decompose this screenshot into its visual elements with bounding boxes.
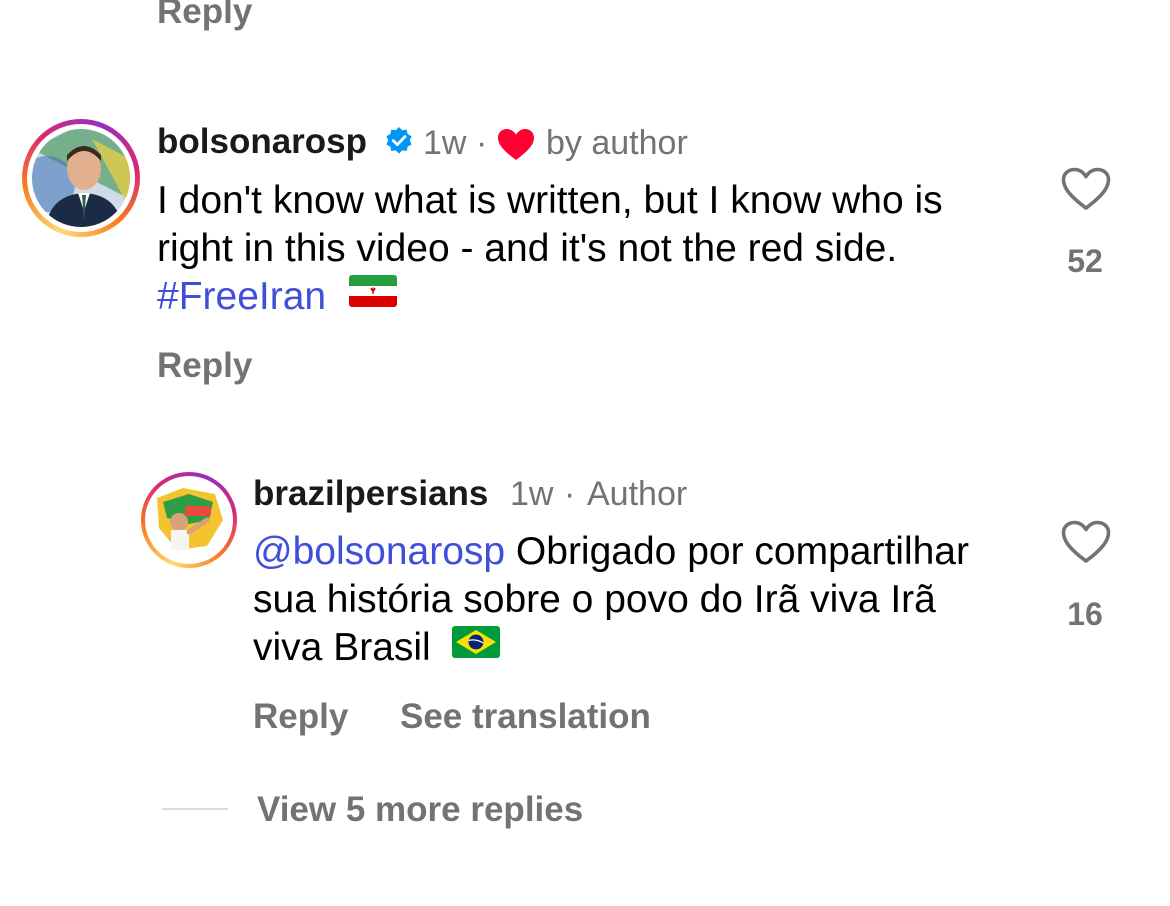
replies-divider xyxy=(162,808,228,810)
like-count: 16 xyxy=(1067,596,1103,632)
iran-flag-icon xyxy=(348,271,397,319)
like-count: 52 xyxy=(1067,243,1103,279)
mention-link[interactable]: @bolsonarosp xyxy=(253,530,505,573)
avatar-bolsonarosp[interactable] xyxy=(22,119,140,237)
author-label: Author xyxy=(587,475,688,513)
view-more-replies-button[interactable]: View 5 more replies xyxy=(257,790,583,830)
comment-body: I don't know what is written, but I know… xyxy=(157,179,943,270)
comment-username[interactable]: bolsonarosp xyxy=(157,122,367,162)
reply-button[interactable]: Reply xyxy=(253,697,348,737)
comment-username[interactable]: brazilpersians xyxy=(253,474,488,514)
previous-comment-reply-button[interactable]: Reply xyxy=(157,0,252,32)
author-heart-icon xyxy=(497,128,535,162)
see-translation-button[interactable]: See translation xyxy=(400,697,651,737)
comment-text: @bolsonarosp Obrigado por compartilhar s… xyxy=(253,528,1013,674)
avatar-brazilpersians[interactable] xyxy=(141,472,237,568)
like-button[interactable] xyxy=(1061,167,1111,211)
reply-button[interactable]: Reply xyxy=(157,346,252,386)
profile-photo xyxy=(149,480,229,560)
meta-separator: · xyxy=(564,475,576,513)
verified-badge-icon xyxy=(384,126,414,156)
comment-time: 1w xyxy=(423,124,467,162)
comment-text: I don't know what is written, but I know… xyxy=(157,177,1027,323)
hashtag-link[interactable]: #FreeIran xyxy=(157,275,326,318)
liked-by-author-label: by author xyxy=(546,124,688,162)
like-button[interactable] xyxy=(1061,520,1111,564)
brazil-flag-icon xyxy=(451,622,500,670)
meta-separator: · xyxy=(476,124,488,162)
profile-photo xyxy=(32,129,130,227)
comment-time: 1w xyxy=(510,475,554,513)
